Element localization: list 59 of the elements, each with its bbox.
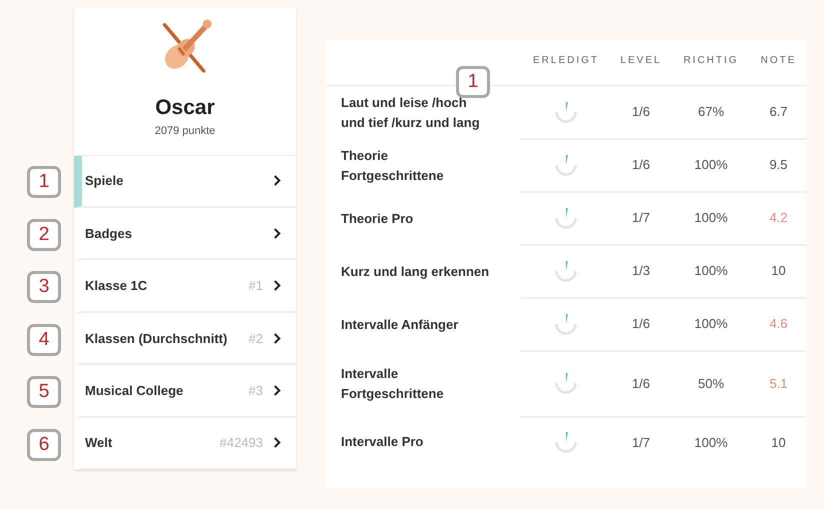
column-header: LEVEL [619, 54, 663, 68]
grade-value: 4.6 [769, 316, 788, 331]
chevron-right-icon [273, 436, 282, 450]
menu-item[interactable]: Welt #42493 [74, 418, 296, 470]
chevron-right-icon [273, 226, 282, 240]
game-name: Kurz und lang erkennen [341, 264, 490, 278]
game-name: Intervalle Pro [341, 434, 424, 449]
callout-number: 1 [456, 66, 490, 98]
column-header: NOTE [760, 54, 798, 68]
grade-value: 5.1 [769, 376, 788, 390]
level-value: 1/6 [632, 376, 650, 390]
percent-value: 100% [694, 157, 728, 172]
callout-number: 5 [27, 376, 61, 408]
column-header: RICHTIG [682, 54, 740, 68]
grade-value: 9.5 [769, 157, 788, 172]
callout-number: 6 [27, 428, 61, 461]
progress-ring [554, 100, 578, 124]
grade-value: 6.7 [769, 104, 788, 119]
grade-value: 4.2 [769, 210, 788, 225]
game-name: Theorie Pro [341, 210, 414, 226]
profile-name: Oscar [155, 96, 215, 120]
progress-ring [554, 206, 578, 230]
percent-value: 100% [694, 210, 728, 225]
level-value: 1/3 [632, 263, 650, 278]
progress-ring [554, 312, 578, 336]
grade-value: 10 [771, 263, 786, 278]
menu-item[interactable]: Badges [74, 208, 296, 260]
level-value: 1/6 [632, 104, 650, 119]
level-value: 1/6 [632, 157, 650, 172]
progress-ring [554, 152, 578, 176]
game-name: Intervalle Anfänger [341, 316, 458, 332]
chevron-right-icon [273, 384, 282, 397]
game-name: Intervalle Fortgeschrittene [341, 366, 444, 401]
menu-item[interactable]: Musical College #3 [74, 365, 296, 418]
menu-item[interactable]: Klasse 1C #1 [74, 260, 296, 313]
percent-value: 100% [694, 316, 728, 331]
column-header: ERLEDIGT [532, 54, 600, 68]
callout-number: 3 [27, 271, 61, 304]
percent-value: 100% [694, 434, 728, 450]
level-value: 1/6 [632, 316, 650, 331]
level-value: 1/7 [632, 434, 650, 450]
progress-ring [554, 258, 578, 282]
progress-ring [554, 371, 578, 395]
chevron-right-icon [273, 174, 282, 188]
callout-number: 1 [27, 166, 61, 198]
callout-number: 4 [27, 324, 61, 356]
menu-item[interactable]: Klassen (Durchschnitt) #2 [74, 312, 296, 366]
level-value: 1/7 [632, 210, 650, 225]
menu-item[interactable]: Spiele [74, 156, 296, 208]
percent-value: 50% [698, 376, 724, 390]
grade-value: 10 [771, 434, 786, 450]
progress-ring [554, 430, 578, 454]
chevron-right-icon [273, 332, 282, 345]
callout-number: 2 [27, 218, 61, 251]
chevron-right-icon [273, 279, 282, 292]
game-name: Theorie Fortgeschrittene [341, 148, 444, 182]
points-text: 2079 punkte [154, 125, 216, 137]
percent-value: 100% [694, 263, 728, 278]
percent-value: 67% [698, 104, 724, 119]
